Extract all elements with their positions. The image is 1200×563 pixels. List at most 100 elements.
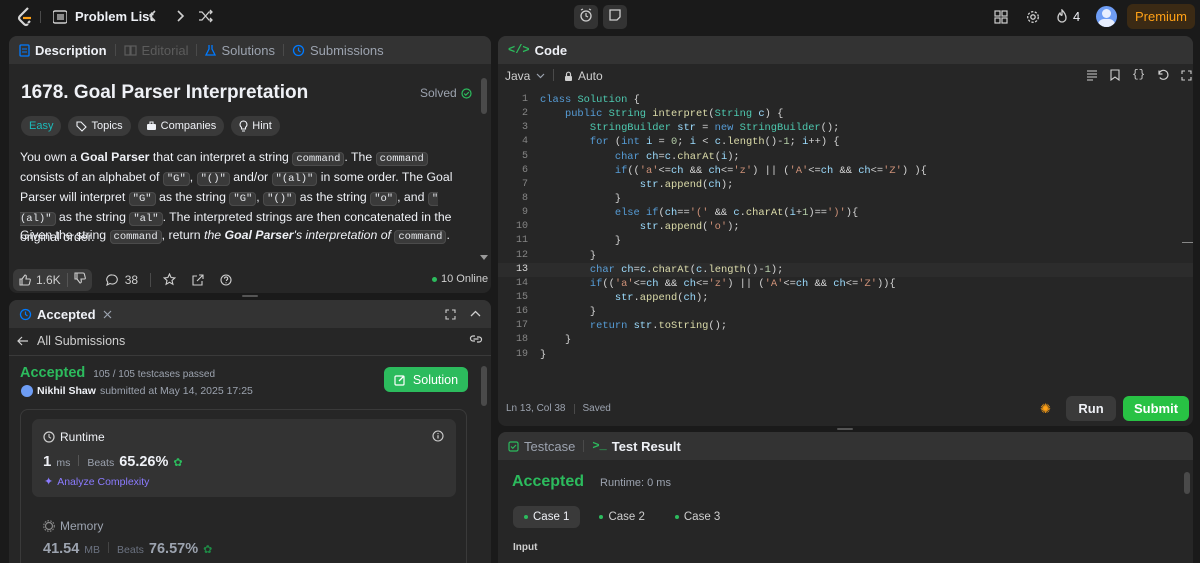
help-circle-icon[interactable] [220, 273, 232, 286]
bookmark-icon[interactable] [1110, 69, 1120, 81]
avatar[interactable] [1096, 6, 1117, 27]
case-label: Case 1 [533, 511, 570, 523]
code-line[interactable]: if(('a'<=ch && ch<='z') || ('A'<=ch && c… [540, 164, 1170, 178]
debug-icon[interactable]: ✺ [1040, 401, 1051, 417]
comments-button[interactable]: 38 [105, 273, 138, 287]
runtime-card[interactable]: Runtime 1 ms Beats 65.26% ✿ ✦ Analyze Co… [32, 419, 456, 497]
prev-problem-icon[interactable] [148, 9, 158, 23]
code-line[interactable]: char ch=c.charAt(i); [540, 150, 1170, 164]
submit-button[interactable]: Submit [1123, 396, 1189, 421]
code-line[interactable]: } [540, 234, 1170, 248]
tab-code[interactable]: </> Code [508, 43, 567, 58]
collapse-icon[interactable] [470, 309, 481, 320]
code-line[interactable]: } [540, 333, 1170, 347]
auto-mode[interactable]: Auto [564, 69, 603, 83]
submission-scrollbar[interactable] [481, 366, 487, 406]
scroll-down-arrow[interactable] [480, 255, 488, 260]
code-line[interactable]: } [540, 305, 1170, 319]
dislike-button[interactable] [68, 271, 92, 289]
code-line[interactable]: for (int i = 0; i < c.length()-1; i++) { [540, 135, 1170, 149]
thumbs-up-icon [19, 273, 31, 286]
premium-button[interactable]: Premium [1127, 4, 1195, 29]
streak-counter[interactable]: 4 [1056, 9, 1080, 24]
difficulty-badge[interactable]: Easy [21, 116, 62, 136]
briefcase-icon [146, 121, 157, 131]
user-avatar[interactable] [21, 385, 33, 397]
case-tab-2[interactable]: Case 2 [588, 506, 655, 528]
flask-icon [205, 44, 217, 57]
star-icon[interactable] [163, 273, 177, 286]
maximize-icon[interactable] [445, 308, 456, 320]
case-tabs: Case 1 Case 2 Case 3 [513, 506, 731, 528]
memory-values: 41.54 MB Beats 76.57% ✿ [43, 541, 212, 557]
submitter-name[interactable]: Nikhil Shaw [37, 385, 96, 397]
description-scrollbar[interactable] [481, 78, 487, 114]
close-icon[interactable] [103, 310, 112, 319]
memory-value: 41.54 [43, 541, 80, 557]
tab-solutions[interactable]: Solutions [205, 43, 275, 58]
reset-icon[interactable] [1157, 69, 1169, 81]
layout-grid-icon[interactable] [994, 10, 1008, 24]
tab-testcase[interactable]: Testcase [508, 439, 575, 454]
language-selector[interactable]: Java [505, 69, 545, 83]
test-tabs: Testcase >_ Test Result [498, 432, 1193, 460]
code-line[interactable]: } [540, 348, 1170, 362]
hint-pill[interactable]: Hint [231, 116, 280, 136]
code-line[interactable]: if(('a'<=ch && ch<='z') || ('A'<=ch && c… [540, 277, 1170, 291]
shuffle-icon[interactable] [198, 9, 214, 23]
tab-accepted[interactable]: Accepted [19, 307, 112, 322]
leetcode-logo[interactable] [17, 7, 35, 27]
inline-code: "al" [129, 212, 163, 226]
submission-result-panel: Accepted All Submissions Accepted 105 / … [9, 300, 491, 563]
cursor-position: Ln 13, Col 38 [506, 403, 566, 414]
topics-pill[interactable]: Topics [68, 116, 131, 136]
link-icon[interactable] [469, 334, 483, 344]
all-submissions-link[interactable]: All Submissions [17, 334, 125, 348]
result-scrollbar[interactable] [1184, 472, 1190, 494]
leaf-icon: ✿ [173, 457, 183, 469]
code-line[interactable]: class Solution { [540, 93, 1170, 107]
info-icon[interactable] [432, 430, 444, 442]
share-icon[interactable] [192, 273, 204, 286]
code-line[interactable]: return str.toString(); [540, 319, 1170, 333]
run-button[interactable]: Run [1066, 396, 1116, 421]
horizontal-resize-handle[interactable] [837, 428, 853, 430]
code-line[interactable]: } [540, 192, 1170, 206]
fullscreen-icon[interactable] [1181, 69, 1192, 81]
case-tab-3[interactable]: Case 3 [664, 506, 731, 528]
code-line[interactable]: else if(ch=='(' && c.charAt(i+1)==')'){ [540, 206, 1170, 220]
test-runtime: Runtime: 0 ms [600, 477, 671, 489]
code-line[interactable]: str.append(ch); [540, 291, 1170, 305]
code-line[interactable]: str.append('o'); [540, 220, 1170, 234]
test-status: Accepted [512, 473, 585, 490]
code-editor[interactable]: 1 2 3 4 5 6 7 8 9 10 11 12 13 14 15 16 17 18 19 class Solu… [498, 93, 1193, 393]
solution-button[interactable]: Solution [384, 367, 468, 392]
memory-unit: MB [84, 544, 101, 556]
case-label: Case 3 [683, 511, 721, 523]
braces-icon[interactable]: {} [1132, 69, 1145, 81]
fire-icon [1056, 9, 1068, 24]
tab-editorial[interactable]: Editorial [123, 43, 188, 58]
tab-description[interactable]: Description [19, 43, 107, 58]
code-line[interactable]: StringBuilder str = new StringBuilder(); [540, 121, 1170, 135]
like-button[interactable]: 1.6K [13, 273, 67, 287]
beats-label: Beats [117, 544, 144, 556]
code-line[interactable]: str.append(ch); [540, 178, 1170, 192]
notes-button[interactable] [603, 5, 627, 29]
format-icon[interactable] [1086, 69, 1098, 81]
line-number: 3 [521, 122, 528, 134]
stats-card: Runtime 1 ms Beats 65.26% ✿ ✦ Analyze Co… [20, 409, 467, 563]
timer-button[interactable] [574, 5, 598, 29]
code-line[interactable]: public String interpret(String c) { [540, 107, 1170, 121]
vertical-resize-handle[interactable] [242, 295, 258, 297]
problem-list-button[interactable]: Problem List [53, 9, 154, 24]
code-line[interactable]: } [540, 249, 1170, 263]
check-circle-icon [461, 87, 472, 99]
next-problem-icon[interactable] [175, 9, 185, 23]
analyze-complexity-link[interactable]: ✦ Analyze Complexity [44, 475, 149, 489]
tab-test-result[interactable]: >_ Test Result [592, 439, 681, 454]
tab-submissions[interactable]: Submissions [292, 43, 384, 58]
companies-pill[interactable]: Companies [137, 116, 225, 136]
case-tab-1[interactable]: Case 1 [513, 506, 581, 528]
settings-gear-icon[interactable] [1026, 10, 1040, 24]
